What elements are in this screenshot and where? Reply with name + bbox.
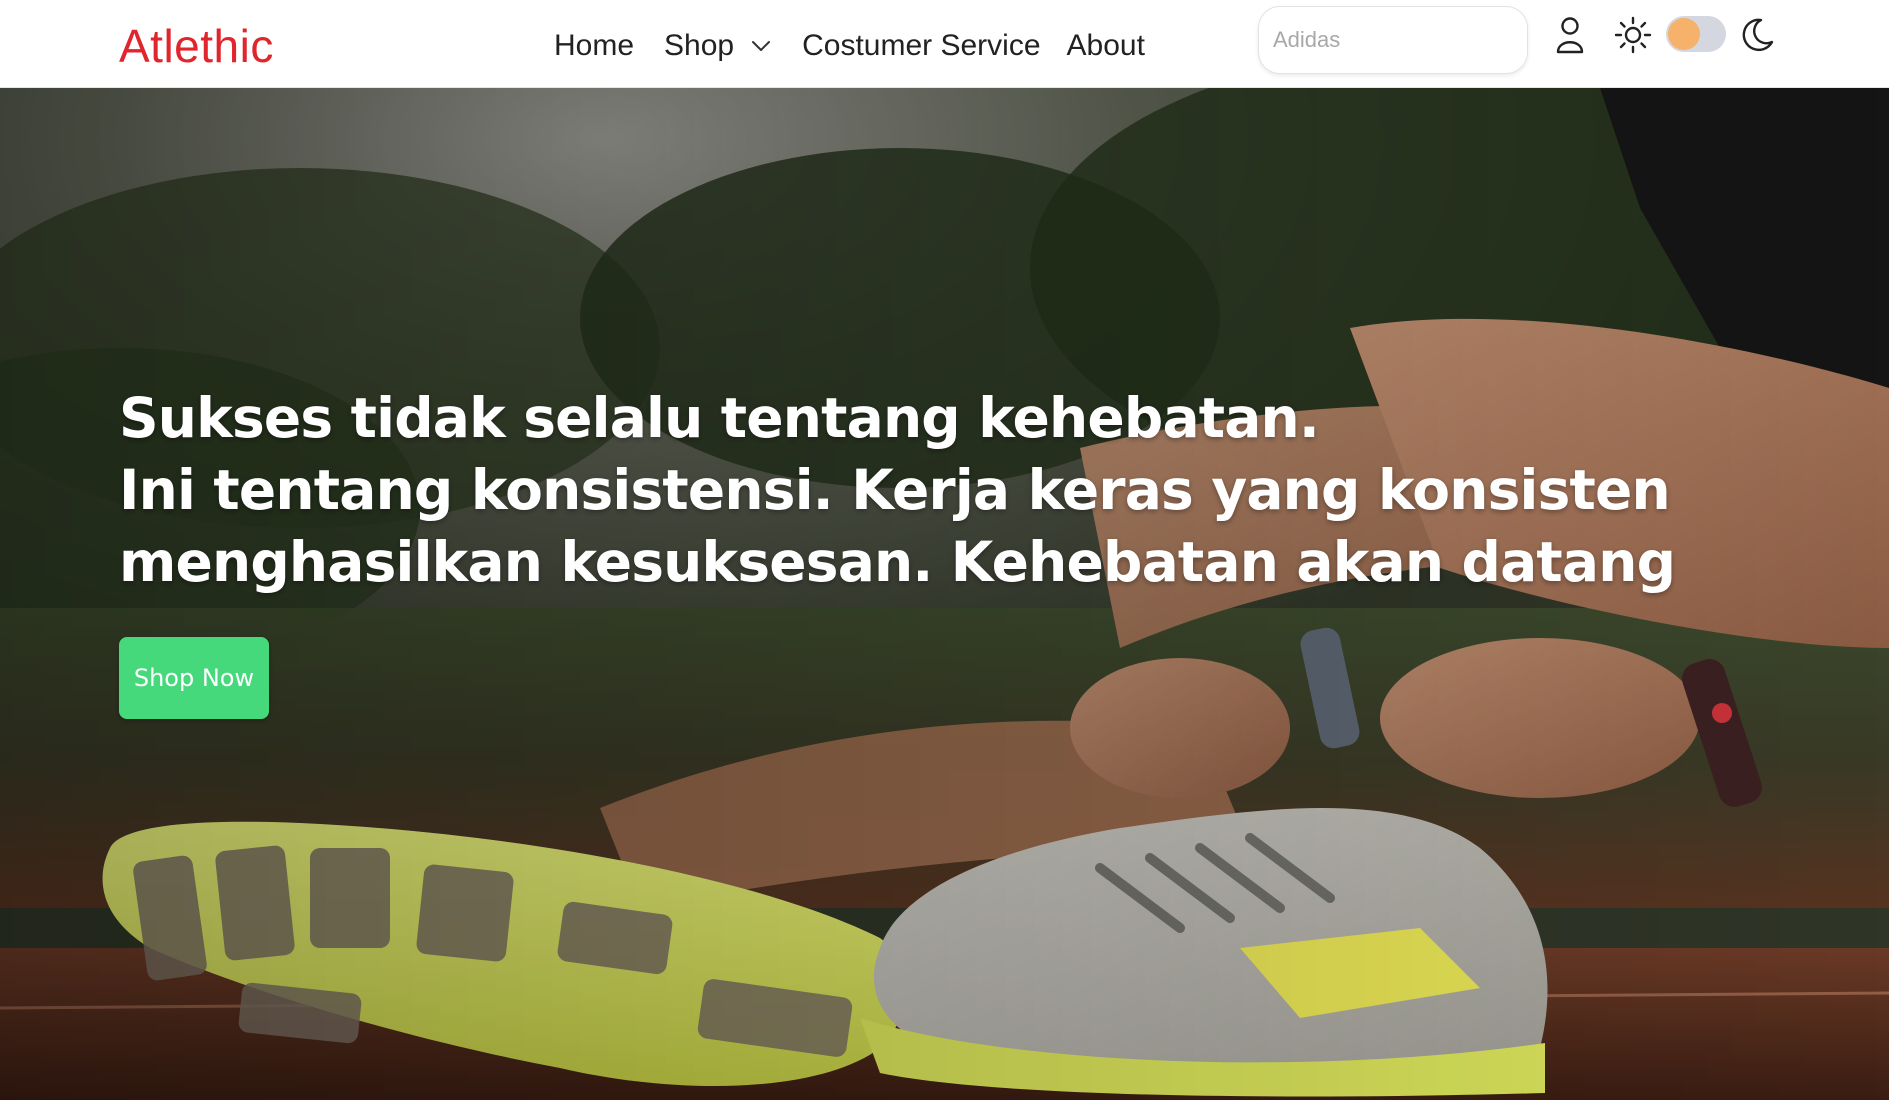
- chevron-down-icon: [750, 35, 772, 57]
- navbar: Atlethic Home Shop Costumer Service Abou…: [0, 0, 1889, 88]
- shop-now-button[interactable]: Shop Now: [119, 637, 269, 719]
- moon-icon[interactable]: [1738, 14, 1776, 56]
- nav-shop-label: Shop: [664, 29, 735, 62]
- nav-customer-service-link[interactable]: Costumer Service: [802, 24, 1040, 68]
- brand-logo[interactable]: Atlethic: [119, 18, 274, 74]
- search-input[interactable]: [1258, 6, 1528, 74]
- hero-headline-line-1: Sukses tidak selalu tentang kehebatan.: [119, 386, 1320, 450]
- hero-section: Sukses tidak selalu tentang kehebatan. I…: [0, 88, 1889, 1100]
- nav-shop-dropdown[interactable]: Shop: [664, 24, 772, 68]
- main-nav: Home Shop Costumer Service About: [554, 24, 1145, 68]
- user-icon[interactable]: [1552, 14, 1588, 56]
- nav-home-link[interactable]: Home: [554, 24, 634, 68]
- hero-headline-line-2: Ini tentang konsistensi. Kerja keras yan…: [119, 458, 1671, 522]
- theme-toggle-switch[interactable]: [1666, 16, 1726, 52]
- hero-headline-line-3: menghasilkan kesuksesan. Kehebatan akan …: [119, 530, 1676, 594]
- nav-about-link[interactable]: About: [1067, 24, 1145, 68]
- toggle-knob: [1668, 18, 1700, 50]
- sun-icon[interactable]: [1612, 14, 1654, 56]
- hero-headline: Sukses tidak selalu tentang kehebatan. I…: [119, 382, 1676, 598]
